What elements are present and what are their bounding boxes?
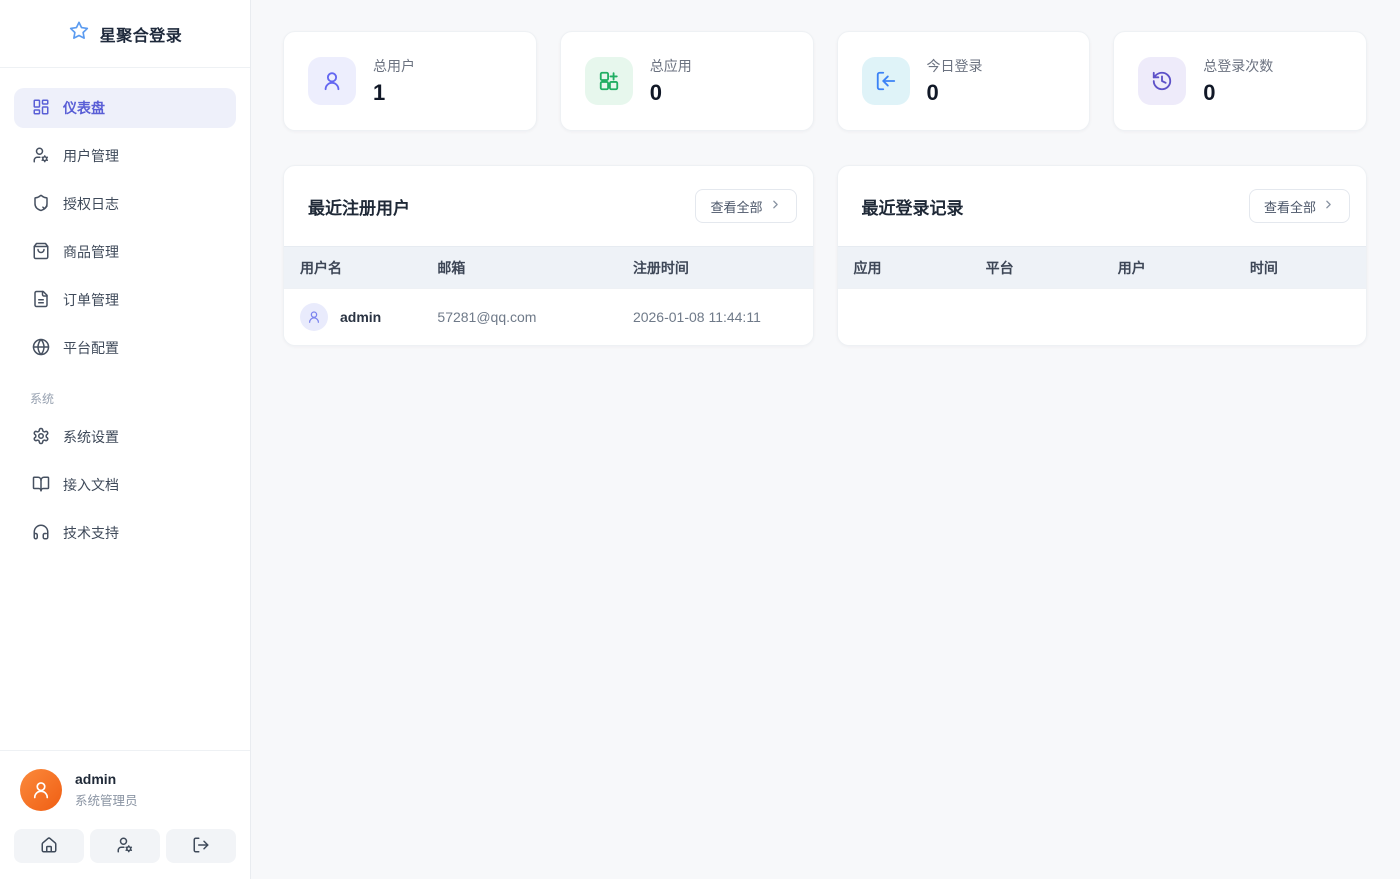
sidebar-item-dashboard[interactable]: 仪表盘 [14,88,236,128]
footer-buttons [14,829,236,863]
sidebar-item-support[interactable]: 技术支持 [14,513,236,553]
row-username: admin [340,309,381,325]
logout-icon [192,836,210,857]
stat-label: 总登录次数 [1203,56,1273,76]
row-registered-at: 2026-01-08 11:44:11 [617,309,813,325]
home-button[interactable] [14,829,84,863]
users-table-header: 用户名 邮箱 注册时间 [284,246,813,288]
sidebar-item-label: 接入文档 [63,475,119,495]
stat-card-logins-today: 今日登录 0 [837,31,1091,131]
sidebar-item-orders[interactable]: 订单管理 [14,280,236,320]
stat-value: 0 [650,80,692,106]
current-user-role: 系统管理员 [75,790,138,809]
globe-icon [32,338,50,359]
panel-title: 最近登录记录 [862,194,964,219]
recent-users-header: 最近注册用户 查看全部 [284,166,813,246]
login-icon [862,57,910,105]
recent-logins-panel: 最近登录记录 查看全部 应用 平台 用户 时间 [837,165,1368,346]
stat-label: 今日登录 [927,56,983,76]
shopping-bag-icon [32,242,50,263]
dashboard-icon [32,98,50,119]
brand-title: 星聚合登录 [100,22,183,46]
stat-label: 总应用 [650,56,692,76]
nav-section-label: 系统 [0,368,250,411]
column-header-email: 邮箱 [421,258,617,278]
view-all-label: 查看全部 [1264,197,1316,216]
column-header-user: 用户 [1102,258,1234,278]
logins-table-header: 应用 平台 用户 时间 [838,246,1367,288]
column-header-platform: 平台 [970,258,1102,278]
column-header-registered-at: 注册时间 [617,258,813,278]
apps-plus-icon [585,57,633,105]
sidebar-item-platform-config[interactable]: 平台配置 [14,328,236,368]
chevron-right-icon [1322,198,1335,214]
sidebar-item-docs[interactable]: 接入文档 [14,465,236,505]
brand-header: 星聚合登录 [0,0,250,68]
current-user-block: admin 系统管理员 [14,765,236,815]
column-header-app: 应用 [838,258,970,278]
user-cog-icon [32,146,50,167]
sidebar-item-label: 系统设置 [63,427,119,447]
view-all-label: 查看全部 [710,197,762,216]
stat-card-total-logins: 总登录次数 0 [1113,31,1367,131]
history-icon [1138,57,1186,105]
profile-settings-button[interactable] [90,829,160,863]
view-all-users-button[interactable]: 查看全部 [695,189,796,223]
stat-value: 0 [927,80,983,106]
file-text-icon [32,290,50,311]
system-nav: 系统设置 接入文档 技术支持 [0,411,250,553]
sidebar-item-label: 商品管理 [63,242,119,262]
main-nav: 仪表盘 用户管理 授权日志 商品管理 订单管理 平台配置 [0,68,250,368]
current-user-info: admin 系统管理员 [75,771,138,809]
app-window: 星聚合登录 仪表盘 用户管理 授权日志 商品管理 订单管理 [0,0,1400,879]
column-header-username: 用户名 [284,258,421,278]
gear-icon [32,427,50,448]
sidebar-item-products[interactable]: 商品管理 [14,232,236,272]
panels-row: 最近注册用户 查看全部 用户名 邮箱 注册时间 admin [283,165,1367,346]
stat-value: 1 [373,80,415,106]
stats-row: 总用户 1 总应用 0 今日登录 0 [283,31,1367,131]
stat-label: 总用户 [373,56,415,76]
chevron-right-icon [769,198,782,214]
book-open-icon [32,475,50,496]
sidebar-item-label: 用户管理 [63,146,119,166]
sidebar-footer: admin 系统管理员 [0,750,250,879]
sidebar-item-label: 平台配置 [63,338,119,358]
user-cog-icon [116,836,134,857]
sidebar: 星聚合登录 仪表盘 用户管理 授权日志 商品管理 订单管理 [0,0,251,879]
row-email: 57281@qq.com [421,309,617,325]
recent-logins-header: 最近登录记录 查看全部 [838,166,1367,246]
main-content: 总用户 1 总应用 0 今日登录 0 [251,0,1400,879]
view-all-logins-button[interactable]: 查看全部 [1249,189,1350,223]
shield-check-icon [32,194,50,215]
row-user-icon [300,303,328,331]
avatar [20,769,62,811]
sidebar-item-auth-logs[interactable]: 授权日志 [14,184,236,224]
sidebar-item-label: 技术支持 [63,523,119,543]
star-logo-icon [68,20,90,47]
column-header-time: 时间 [1234,258,1366,278]
sidebar-item-users[interactable]: 用户管理 [14,136,236,176]
table-row[interactable]: admin 57281@qq.com 2026-01-08 11:44:11 [284,288,813,345]
sidebar-item-label: 仪表盘 [63,98,105,118]
sidebar-item-label: 授权日志 [63,194,119,214]
logins-table-empty-body [838,288,1367,345]
home-icon [40,836,58,857]
headset-icon [32,523,50,544]
stat-card-total-apps: 总应用 0 [560,31,814,131]
stat-value: 0 [1203,80,1273,106]
sidebar-item-label: 订单管理 [63,290,119,310]
stat-card-total-users: 总用户 1 [283,31,537,131]
panel-title: 最近注册用户 [308,194,410,219]
logout-button[interactable] [166,829,236,863]
current-user-name: admin [75,771,138,787]
user-icon [308,57,356,105]
sidebar-item-system-settings[interactable]: 系统设置 [14,417,236,457]
recent-users-panel: 最近注册用户 查看全部 用户名 邮箱 注册时间 admin [283,165,814,346]
